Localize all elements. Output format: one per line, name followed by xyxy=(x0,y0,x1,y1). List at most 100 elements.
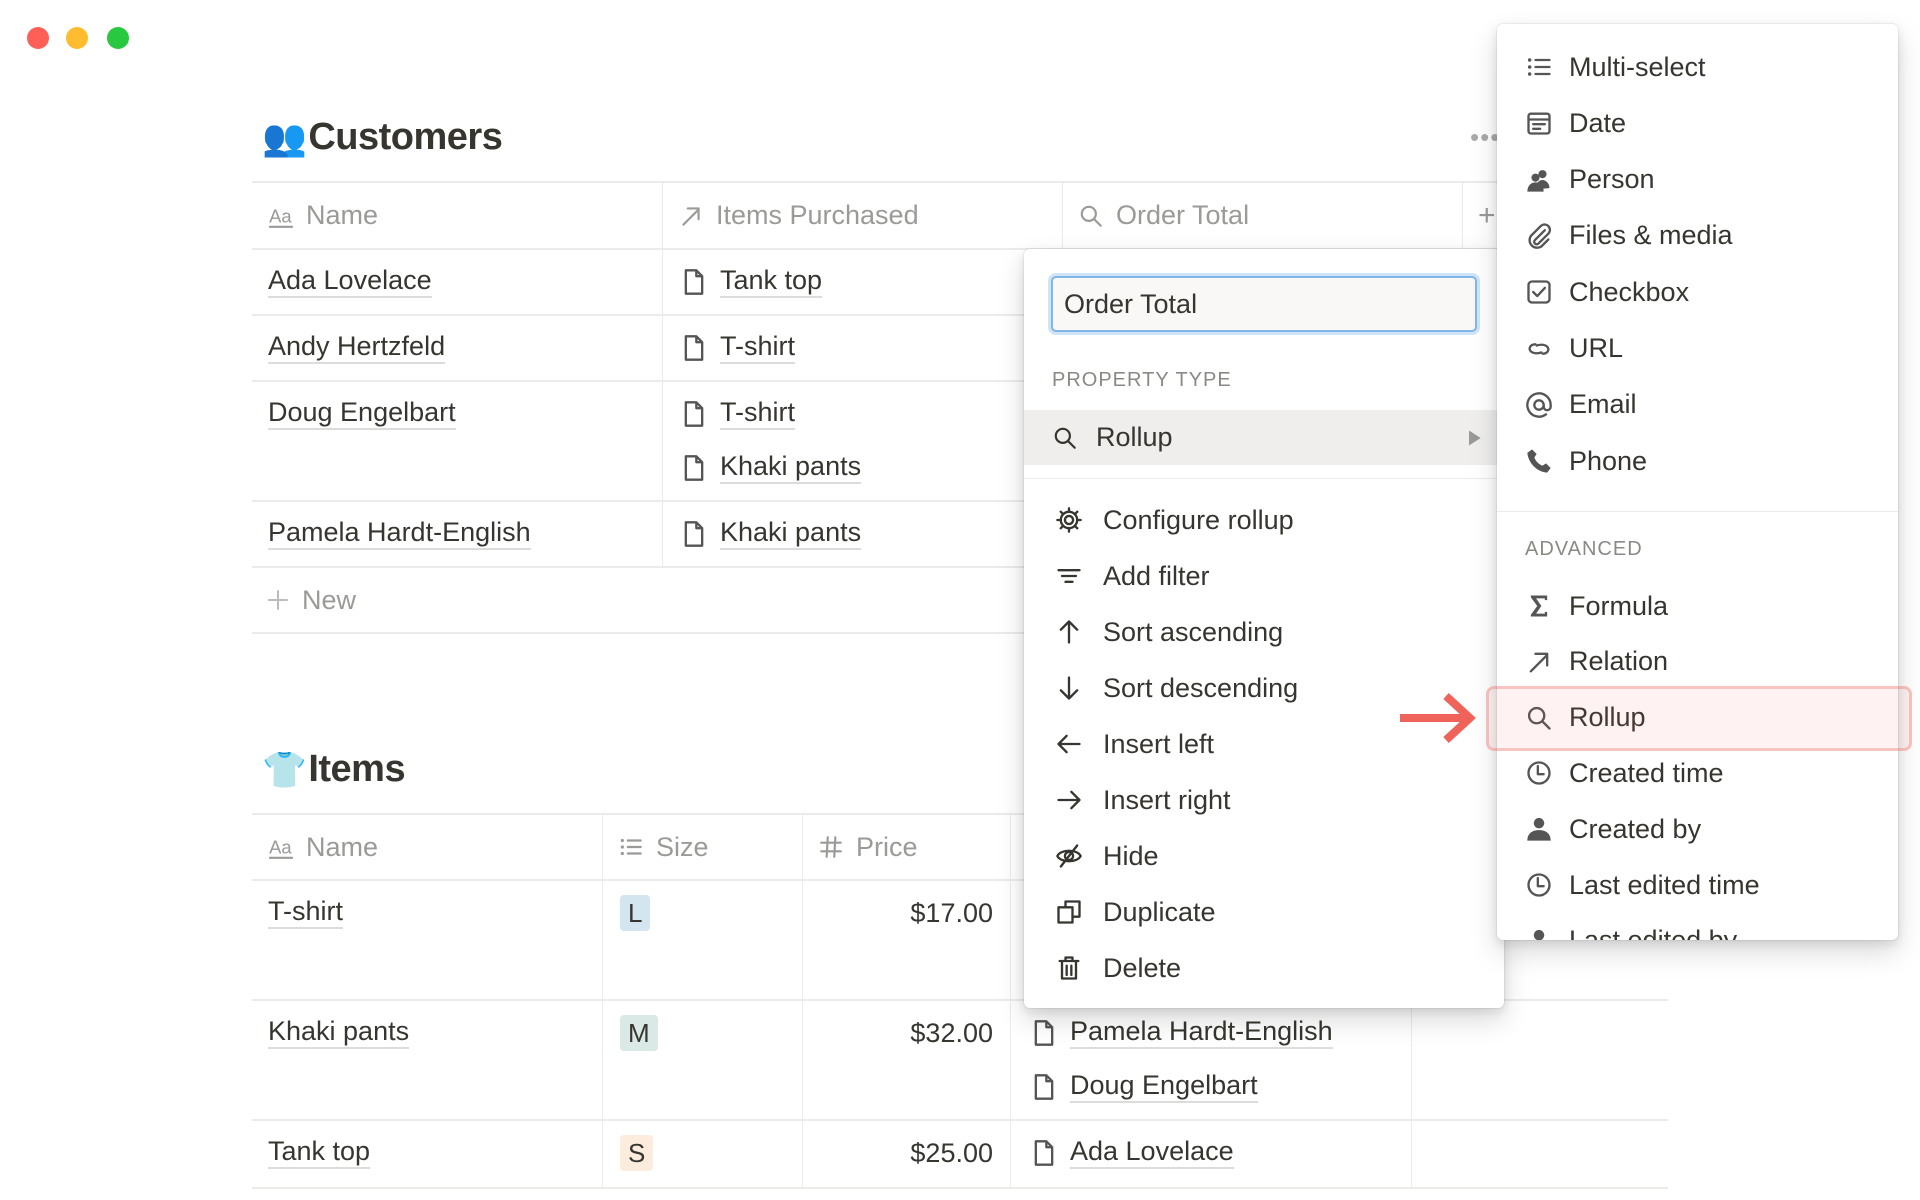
arrow-right-icon xyxy=(1055,786,1083,814)
item-relation-link[interactable]: T-shirt xyxy=(680,315,796,381)
size-cell[interactable]: S xyxy=(620,1120,654,1186)
arrow-left-icon xyxy=(1055,730,1083,758)
menu-item-hide[interactable]: Hide xyxy=(1024,830,1504,882)
customer-name-cell[interactable]: Ada Lovelace xyxy=(268,249,432,315)
type-option-created-time[interactable]: Created time xyxy=(1497,747,1898,799)
new-row-button[interactable]: New xyxy=(266,567,356,633)
property-type-selector[interactable]: Rollup xyxy=(1024,410,1504,465)
menu-item-configure-rollup[interactable]: Configure rollup xyxy=(1024,494,1504,546)
add-column-button[interactable]: + xyxy=(1478,182,1496,249)
column-header-order-total[interactable]: Order Total xyxy=(1078,182,1249,249)
trash-icon xyxy=(1055,954,1083,982)
doc-icon xyxy=(680,520,720,548)
menu-item-duplicate[interactable]: Duplicate xyxy=(1024,886,1504,938)
customer-relation-link[interactable]: Ada Lovelace xyxy=(1030,1120,1234,1186)
menu-divider xyxy=(1024,478,1504,479)
window-minimize-button[interactable] xyxy=(66,27,88,49)
hash-icon xyxy=(818,834,856,860)
type-option-email[interactable]: Email xyxy=(1497,379,1898,431)
menu-item-sort-ascending[interactable]: Sort ascending xyxy=(1024,606,1504,658)
menu-item-label: Configure rollup xyxy=(1103,504,1294,535)
type-option-formula[interactable]: Formula xyxy=(1497,580,1898,632)
type-option-label: Created time xyxy=(1569,757,1724,788)
type-option-label: Phone xyxy=(1569,445,1648,476)
doc-icon xyxy=(1030,1019,1070,1047)
customer-name[interactable]: Ada Lovelace xyxy=(268,265,432,298)
customer-relation-link[interactable]: Doug Engelbart xyxy=(1030,1054,1258,1120)
type-option-date[interactable]: Date xyxy=(1497,97,1898,149)
search-icon xyxy=(1078,203,1116,229)
size-cell[interactable]: M xyxy=(620,1000,658,1066)
window-zoom-button[interactable] xyxy=(107,27,129,49)
customer-name-cell[interactable]: Doug Engelbart xyxy=(268,381,456,447)
size-tag: L xyxy=(620,895,651,931)
type-option-checkbox[interactable]: Checkbox xyxy=(1497,266,1898,318)
size-cell[interactable]: L xyxy=(620,880,651,946)
type-option-person[interactable]: Person xyxy=(1497,154,1898,206)
type-option-label: URL xyxy=(1569,333,1624,363)
duplicate-icon xyxy=(1055,898,1083,926)
type-option-last-edited-by[interactable]: Last edited by xyxy=(1497,915,1898,940)
column-header-label: Items Purchased xyxy=(716,200,919,230)
person-icon xyxy=(1525,927,1553,940)
customer-name-cell[interactable]: Andy Hertzfeld xyxy=(268,315,446,381)
price-cell: $17.00 xyxy=(910,897,993,928)
window-close-button[interactable] xyxy=(27,27,49,49)
item-name[interactable]: T-shirt xyxy=(268,896,344,929)
column-header-name[interactable]: Aa Name xyxy=(268,182,378,249)
item-name-cell[interactable]: T-shirt xyxy=(268,880,344,946)
type-option-label: Last edited by xyxy=(1569,925,1737,940)
list-icon xyxy=(618,834,656,860)
menu-item-insert-right[interactable]: Insert right xyxy=(1024,774,1504,826)
item-relation-link[interactable]: Khaki pants xyxy=(680,501,862,567)
column-header-label: Name xyxy=(306,200,379,230)
more-options-button[interactable]: ••• xyxy=(1470,122,1500,153)
column-header-name[interactable]: Aa Name xyxy=(268,814,378,880)
column-divider xyxy=(602,814,603,1188)
type-option-relation[interactable]: Relation xyxy=(1497,636,1898,688)
type-option-created-by[interactable]: Created by xyxy=(1497,803,1898,855)
type-option-last-edited-time[interactable]: Last edited time xyxy=(1497,859,1898,911)
arrow-up-right-icon xyxy=(1525,648,1553,676)
doc-icon xyxy=(680,400,720,428)
customer-name[interactable]: Doug Engelbart xyxy=(268,397,456,430)
type-option-label: Relation xyxy=(1569,646,1669,677)
menu-item-label: Delete xyxy=(1103,952,1182,983)
property-name-input[interactable] xyxy=(1051,276,1477,332)
calendar-icon xyxy=(1525,109,1553,137)
search-icon xyxy=(1052,425,1078,451)
doc-icon xyxy=(680,454,720,482)
menu-item-add-filter[interactable]: Add filter xyxy=(1024,550,1504,602)
item-name-cell[interactable]: Khaki pants xyxy=(268,1000,410,1066)
customer-name[interactable]: Andy Hertzfeld xyxy=(268,331,446,364)
menu-item-label: Add filter xyxy=(1103,560,1210,591)
menu-item-delete[interactable]: Delete xyxy=(1024,942,1504,994)
gear-icon xyxy=(1055,506,1083,534)
list-icon xyxy=(1525,53,1553,81)
menu-item-label: Hide xyxy=(1103,840,1159,871)
item-name[interactable]: Tank top xyxy=(268,1136,371,1169)
customer-name[interactable]: Pamela Hardt-English xyxy=(268,517,531,550)
items-title: 👕 Items xyxy=(262,748,406,791)
people-icon xyxy=(1525,166,1553,194)
type-option-multi-select[interactable]: Multi-select xyxy=(1497,41,1898,93)
column-header-size[interactable]: Size xyxy=(618,814,709,880)
column-header-price[interactable]: Price xyxy=(818,814,918,880)
type-option-label: Files & media xyxy=(1569,220,1733,251)
menu-item-label: Insert left xyxy=(1103,728,1215,759)
type-option-files-media[interactable]: Files & media xyxy=(1497,210,1898,262)
customer-name-cell[interactable]: Pamela Hardt-English xyxy=(268,501,531,567)
item-name[interactable]: Khaki pants xyxy=(268,1016,410,1049)
type-option-phone[interactable]: Phone xyxy=(1497,435,1898,487)
tshirt-emoji-icon: 👕 xyxy=(262,748,307,790)
item-name-cell[interactable]: Tank top xyxy=(268,1120,371,1186)
item-relation-link[interactable]: Khaki pants xyxy=(680,435,862,501)
property-type-label: PROPERTY TYPE xyxy=(1052,369,1232,391)
column-header-label: Order Total xyxy=(1116,200,1250,230)
item-relation-link[interactable]: Tank top xyxy=(680,249,823,315)
phone-icon xyxy=(1525,447,1553,475)
annotation-arrow-icon xyxy=(1396,688,1482,748)
column-header-items-purchased[interactable]: Items Purchased xyxy=(678,182,919,249)
type-option-url[interactable]: URL xyxy=(1497,323,1898,375)
type-option-label: Multi-select xyxy=(1569,51,1706,82)
